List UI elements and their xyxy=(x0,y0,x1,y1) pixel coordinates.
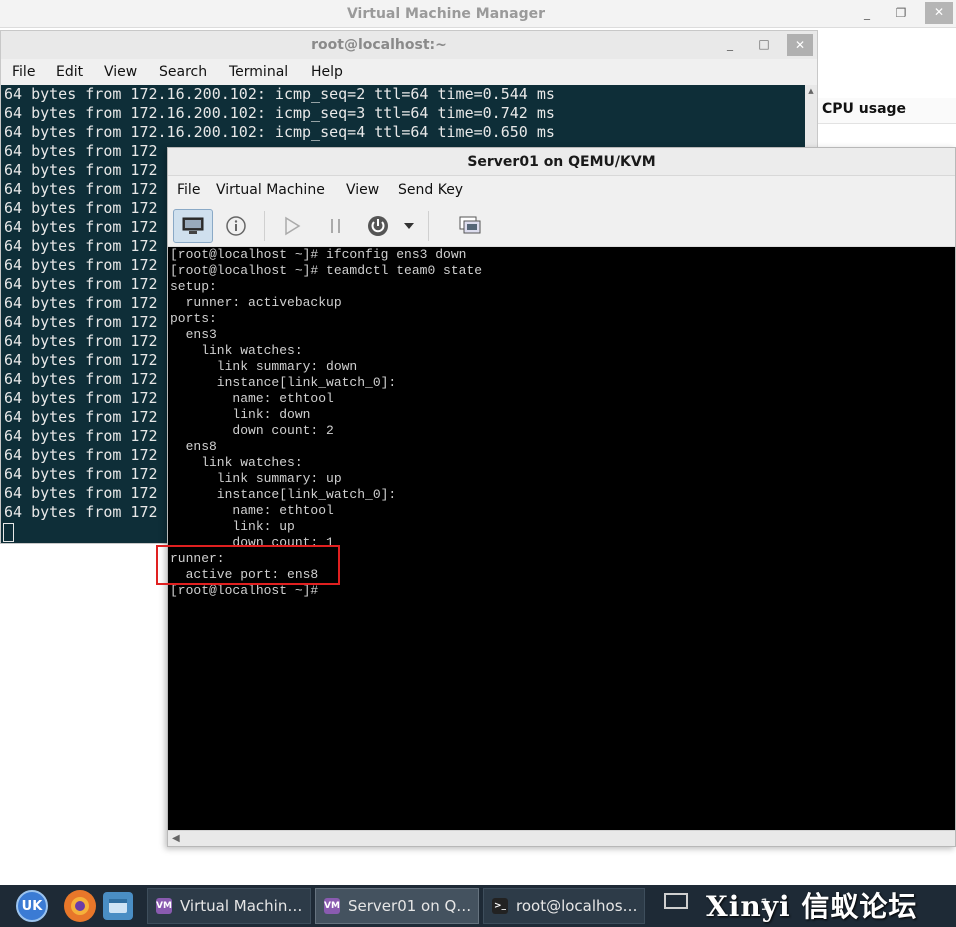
vm-console-menubar: File Virtual Machine View Send Key xyxy=(168,177,955,205)
console-line: name: ethtool xyxy=(170,503,334,518)
horizontal-scrollbar[interactable]: ◀ xyxy=(168,830,955,846)
console-line: link summary: up xyxy=(170,471,342,486)
terminal-line: 64 bytes from 172 xyxy=(4,313,158,331)
console-line: name: ethtool xyxy=(170,391,334,406)
terminal-line: 64 bytes from 172 xyxy=(4,465,158,483)
console-line: instance[link_watch_0]: xyxy=(170,375,397,390)
terminal-line: 64 bytes from 172.16.200.102: icmp_seq=3… xyxy=(4,104,555,122)
console-line: link: down xyxy=(170,407,311,422)
cpu-usage-column-header[interactable]: CPU usage xyxy=(818,98,956,124)
scroll-left-arrow-icon[interactable]: ◀ xyxy=(172,833,180,844)
vm-console-toolbar xyxy=(168,205,955,247)
minimize-button[interactable]: _ xyxy=(719,34,741,54)
console-line: down count: 2 xyxy=(170,423,334,438)
menu-send-key[interactable]: Send Key xyxy=(398,182,463,198)
console-line: ports: xyxy=(170,311,217,326)
terminal-line: 64 bytes from 172 xyxy=(4,427,158,445)
console-line: link watches: xyxy=(170,343,303,358)
taskbar-item-terminal[interactable]: >_ root@localhos… xyxy=(483,888,645,924)
taskbar-item-label: root@localhos… xyxy=(516,897,638,915)
maximize-button[interactable]: □ xyxy=(753,34,775,54)
taskbar-item-label: Virtual Machin… xyxy=(180,897,303,915)
terminal-line: 64 bytes from 172 xyxy=(4,351,158,369)
app-menu-button[interactable]: UK xyxy=(16,890,48,922)
terminal-line: 64 bytes from 172 xyxy=(4,161,158,179)
terminal-line: 64 bytes from 172 xyxy=(4,408,158,426)
console-line: [root@localhost ~]# ifconfig ens3 down xyxy=(170,247,467,262)
terminal-line: 64 bytes from 172 xyxy=(4,275,158,293)
vm-console-title: Server01 on QEMU/KVM xyxy=(467,154,656,170)
taskbar-item-label: Server01 on Q… xyxy=(348,897,472,915)
terminal-line: 64 bytes from 172 xyxy=(4,180,158,198)
menu-virtual-machine[interactable]: Virtual Machine xyxy=(216,182,325,198)
console-line: ens3 xyxy=(170,327,217,342)
menu-search[interactable]: Search xyxy=(159,64,207,80)
vm-console-titlebar[interactable]: Server01 on QEMU/KVM xyxy=(168,148,955,176)
menu-file[interactable]: File xyxy=(12,64,35,80)
close-button[interactable]: ✕ xyxy=(787,34,813,56)
terminal-line: 64 bytes from 172 xyxy=(4,484,158,502)
console-line: link: up xyxy=(170,519,295,534)
watermark-logo: Xinyi 信蚁论坛 xyxy=(706,890,918,923)
play-icon[interactable] xyxy=(272,209,312,243)
terminal-line: 64 bytes from 172 xyxy=(4,142,158,160)
annotation-highlight-box xyxy=(156,545,340,585)
terminal-line: 64 bytes from 172.16.200.102: icmp_seq=2… xyxy=(4,85,555,103)
terminal-cursor xyxy=(3,523,14,542)
terminal-line: 64 bytes from 172 xyxy=(4,237,158,255)
terminal-line: 64 bytes from 172 xyxy=(4,199,158,217)
firefox-icon[interactable] xyxy=(64,890,96,922)
menu-terminal[interactable]: Terminal xyxy=(229,64,288,80)
vm-app-icon: VM xyxy=(156,898,172,914)
menu-view[interactable]: View xyxy=(346,182,379,198)
console-line: [root@localhost ~]# teamdctl team0 state xyxy=(170,263,483,278)
vm-console-screen[interactable]: [root@localhost ~]# ifconfig ens3 down [… xyxy=(168,247,955,830)
terminal-menubar: File Edit View Search Terminal Help xyxy=(1,59,817,85)
taskbar-item-vmm[interactable]: VM Virtual Machin… xyxy=(147,888,311,924)
terminal-line: 64 bytes from 172 xyxy=(4,332,158,350)
console-line: link watches: xyxy=(170,455,303,470)
terminal-line: 64 bytes from 172 xyxy=(4,256,158,274)
vmm-titlebar[interactable]: Virtual Machine Manager _ ❐ ✕ xyxy=(0,0,956,28)
terminal-app-icon: >_ xyxy=(492,898,508,914)
info-icon[interactable] xyxy=(216,209,256,243)
terminal-line: 64 bytes from 172.16.200.102: icmp_seq=4… xyxy=(4,123,555,141)
terminal-line: 64 bytes from 172 xyxy=(4,503,158,521)
vmm-window-title: Virtual Machine Manager xyxy=(346,6,546,22)
menu-view[interactable]: View xyxy=(104,64,137,80)
close-button[interactable]: ✕ xyxy=(925,2,953,24)
menu-edit[interactable]: Edit xyxy=(56,64,83,80)
terminal-line: 64 bytes from 172 xyxy=(4,389,158,407)
console-line: setup: xyxy=(170,279,217,294)
terminal-line: 64 bytes from 172 xyxy=(4,370,158,388)
terminal-title: root@localhost:~ xyxy=(311,37,447,53)
screenshot-icon[interactable] xyxy=(450,209,490,243)
taskbar-item-server01[interactable]: VM Server01 on Q… xyxy=(315,888,479,924)
files-icon[interactable] xyxy=(103,892,133,920)
menu-file[interactable]: File xyxy=(177,182,200,198)
terminal-line: 64 bytes from 172 xyxy=(4,218,158,236)
terminal-line: 64 bytes from 172 xyxy=(4,446,158,464)
power-icon[interactable] xyxy=(358,209,398,243)
minimize-button[interactable]: _ xyxy=(856,3,878,23)
toolbar-separator xyxy=(264,211,265,241)
dropdown-arrow-icon[interactable] xyxy=(398,209,420,243)
display-icon[interactable] xyxy=(664,893,688,909)
terminal-titlebar[interactable]: root@localhost:~ _ □ ✕ xyxy=(1,31,817,59)
toolbar-separator xyxy=(428,211,429,241)
console-line: instance[link_watch_0]: xyxy=(170,487,397,502)
pause-icon[interactable] xyxy=(316,209,356,243)
scroll-up-arrow-icon[interactable]: ▲ xyxy=(805,87,817,97)
vm-app-icon: VM xyxy=(324,898,340,914)
console-line: ens8 xyxy=(170,439,217,454)
menu-help[interactable]: Help xyxy=(311,64,343,80)
maximize-button[interactable]: ❐ xyxy=(890,3,912,23)
console-line: link summary: down xyxy=(170,359,358,374)
monitor-icon[interactable] xyxy=(173,209,213,243)
vm-console-window: Server01 on QEMU/KVM File Virtual Machin… xyxy=(167,147,956,847)
console-line: [root@localhost ~]# xyxy=(170,583,319,598)
console-line: runner: activebackup xyxy=(170,295,342,310)
terminal-line: 64 bytes from 172 xyxy=(4,294,158,312)
